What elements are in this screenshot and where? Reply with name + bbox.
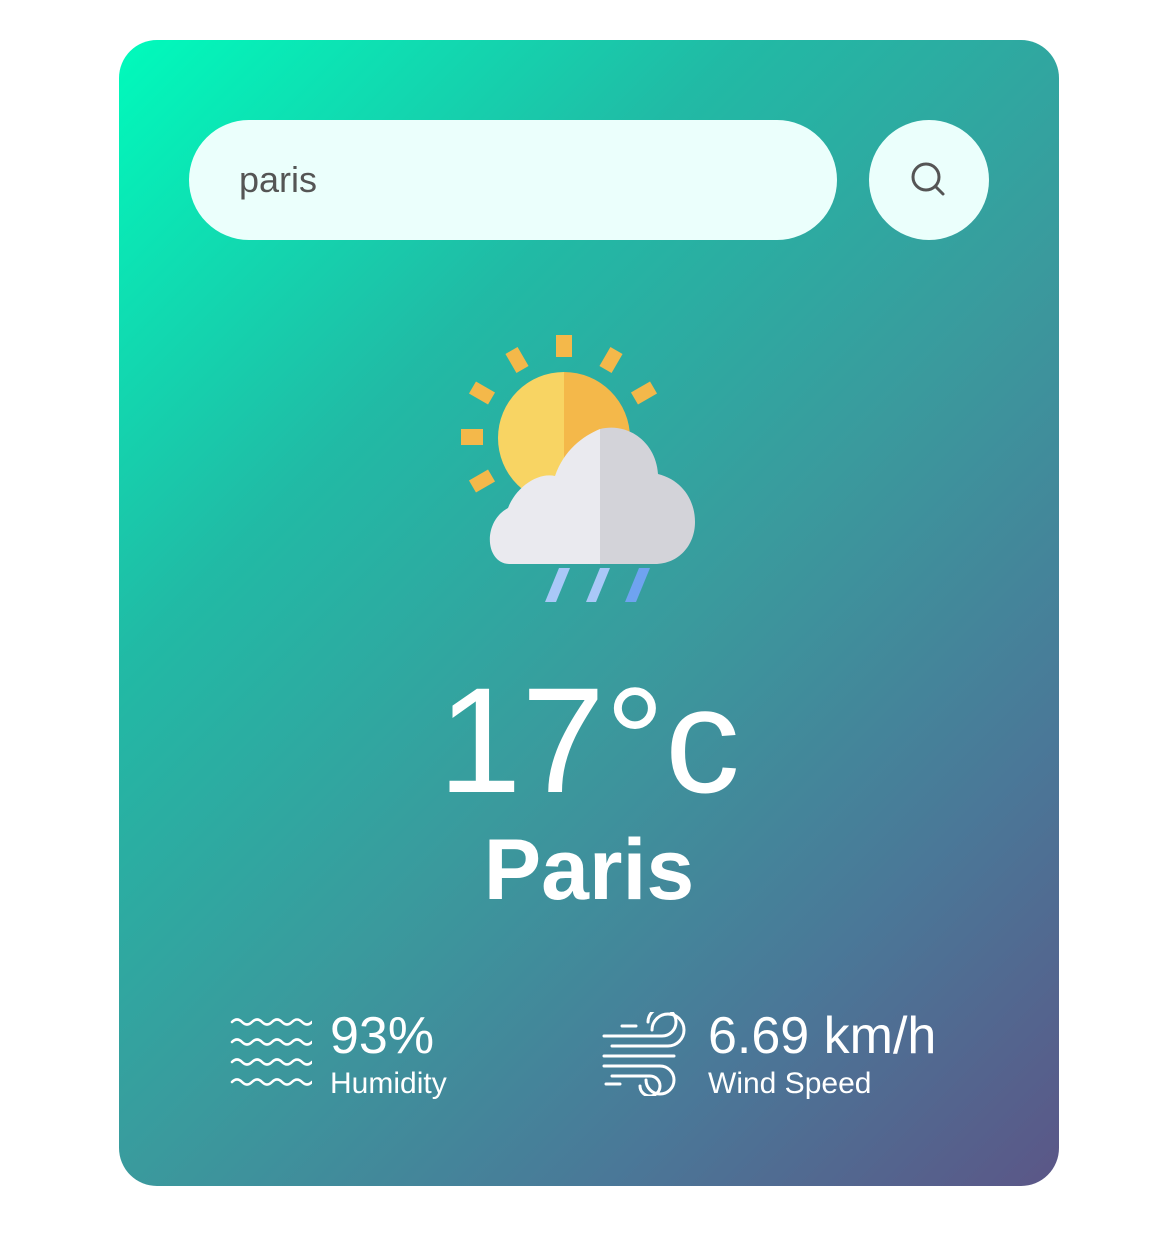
rain-drop <box>625 568 650 602</box>
rain-drop <box>545 568 570 602</box>
sun-ray <box>468 469 496 493</box>
sun-ray <box>630 381 658 405</box>
cloud-right-half <box>600 427 695 564</box>
weather-card: 17°c Paris 93% Humidity <box>119 40 1059 1186</box>
search-icon <box>911 162 945 196</box>
humidity-value: 93% <box>330 1007 435 1065</box>
sun-ray <box>461 429 483 445</box>
wind-speed-value: 6.69 km/h <box>708 1007 937 1065</box>
sun-ray <box>599 346 623 374</box>
search-button[interactable] <box>869 120 989 240</box>
humidity-waves-icon <box>230 1018 312 1086</box>
wind-speed-label: Wind Speed <box>708 1067 872 1100</box>
sun-ray <box>468 381 496 405</box>
humidity-label: Humidity <box>330 1067 447 1100</box>
temperature: 17°c <box>438 656 740 824</box>
humidity-detail: 93% Humidity <box>228 1006 447 1102</box>
search-input[interactable] <box>239 159 799 201</box>
search-field[interactable] <box>189 120 837 240</box>
sun-cloud-rain-icon <box>461 335 695 602</box>
city-name: Paris <box>483 822 695 918</box>
sun-ray <box>556 335 572 357</box>
wind-detail: 6.69 km/h Wind Speed <box>602 1006 936 1102</box>
rain-drop <box>586 568 610 602</box>
wind-icon <box>602 1012 686 1096</box>
sun-ray <box>505 346 529 374</box>
